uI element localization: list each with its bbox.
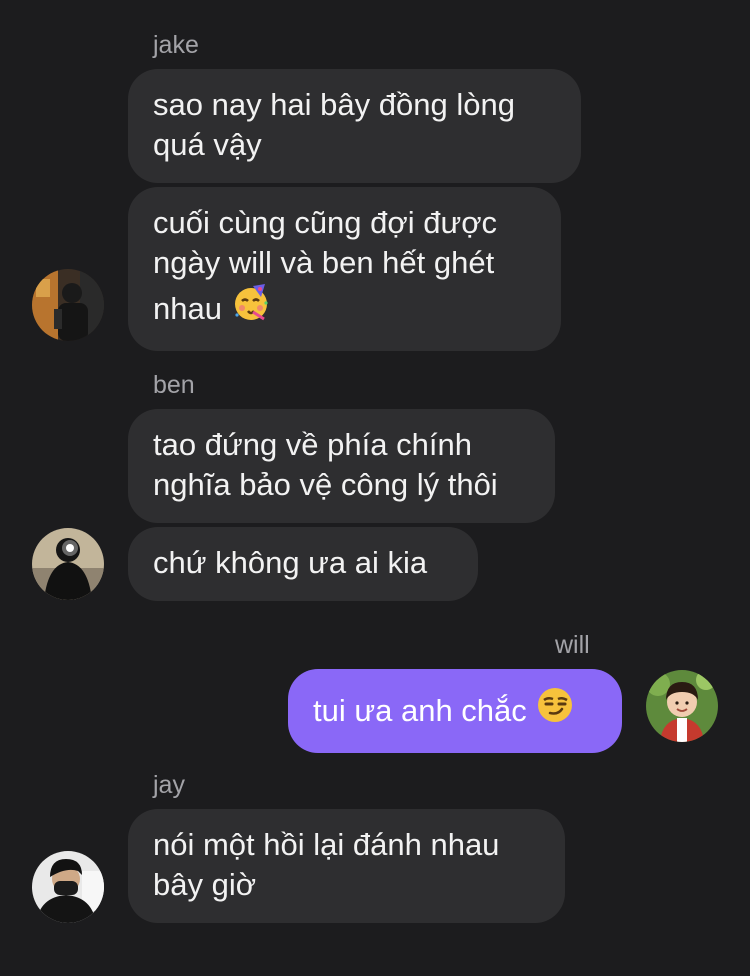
sender-name-will: will [555, 631, 590, 659]
avatar-jake[interactable] [32, 269, 104, 341]
message-bubble-jay-1[interactable]: nói một hồi lại đánh nhau bây giờ [128, 809, 565, 923]
message-bubble-jake-2[interactable]: cuối cùng cũng đợi được ngày will và ben… [128, 187, 561, 351]
message-bubble-ben-1[interactable]: tao đứng về phía chính nghĩa bảo vệ công… [128, 409, 555, 523]
sender-name-jake: jake [153, 31, 199, 59]
message-text: cuối cùng cũng đợi được ngày will và ben… [153, 205, 498, 326]
message-text: chứ không ưa ai kia [153, 545, 428, 580]
smirking-face-icon [535, 685, 575, 735]
message-text: tui ưa anh chắc [313, 693, 527, 728]
message-bubble-ben-2[interactable]: chứ không ưa ai kia [128, 527, 478, 601]
message-bubble-will-1[interactable]: tui ưa anh chắc [288, 669, 622, 753]
sender-name-jay: jay [153, 771, 185, 799]
avatar-will[interactable] [646, 670, 718, 742]
avatar-ben[interactable] [32, 528, 104, 600]
message-bubble-jake-1[interactable]: sao nay hai bây đồng lòng quá vậy [128, 69, 581, 183]
message-text: sao nay hai bây đồng lòng quá vậy [153, 87, 515, 162]
message-text: nói một hồi lại đánh nhau bây giờ [153, 827, 500, 902]
avatar-jay[interactable] [32, 851, 104, 923]
message-text: tao đứng về phía chính nghĩa bảo vệ công… [153, 427, 498, 502]
sender-name-ben: ben [153, 371, 195, 399]
partying-face-icon [231, 283, 271, 333]
